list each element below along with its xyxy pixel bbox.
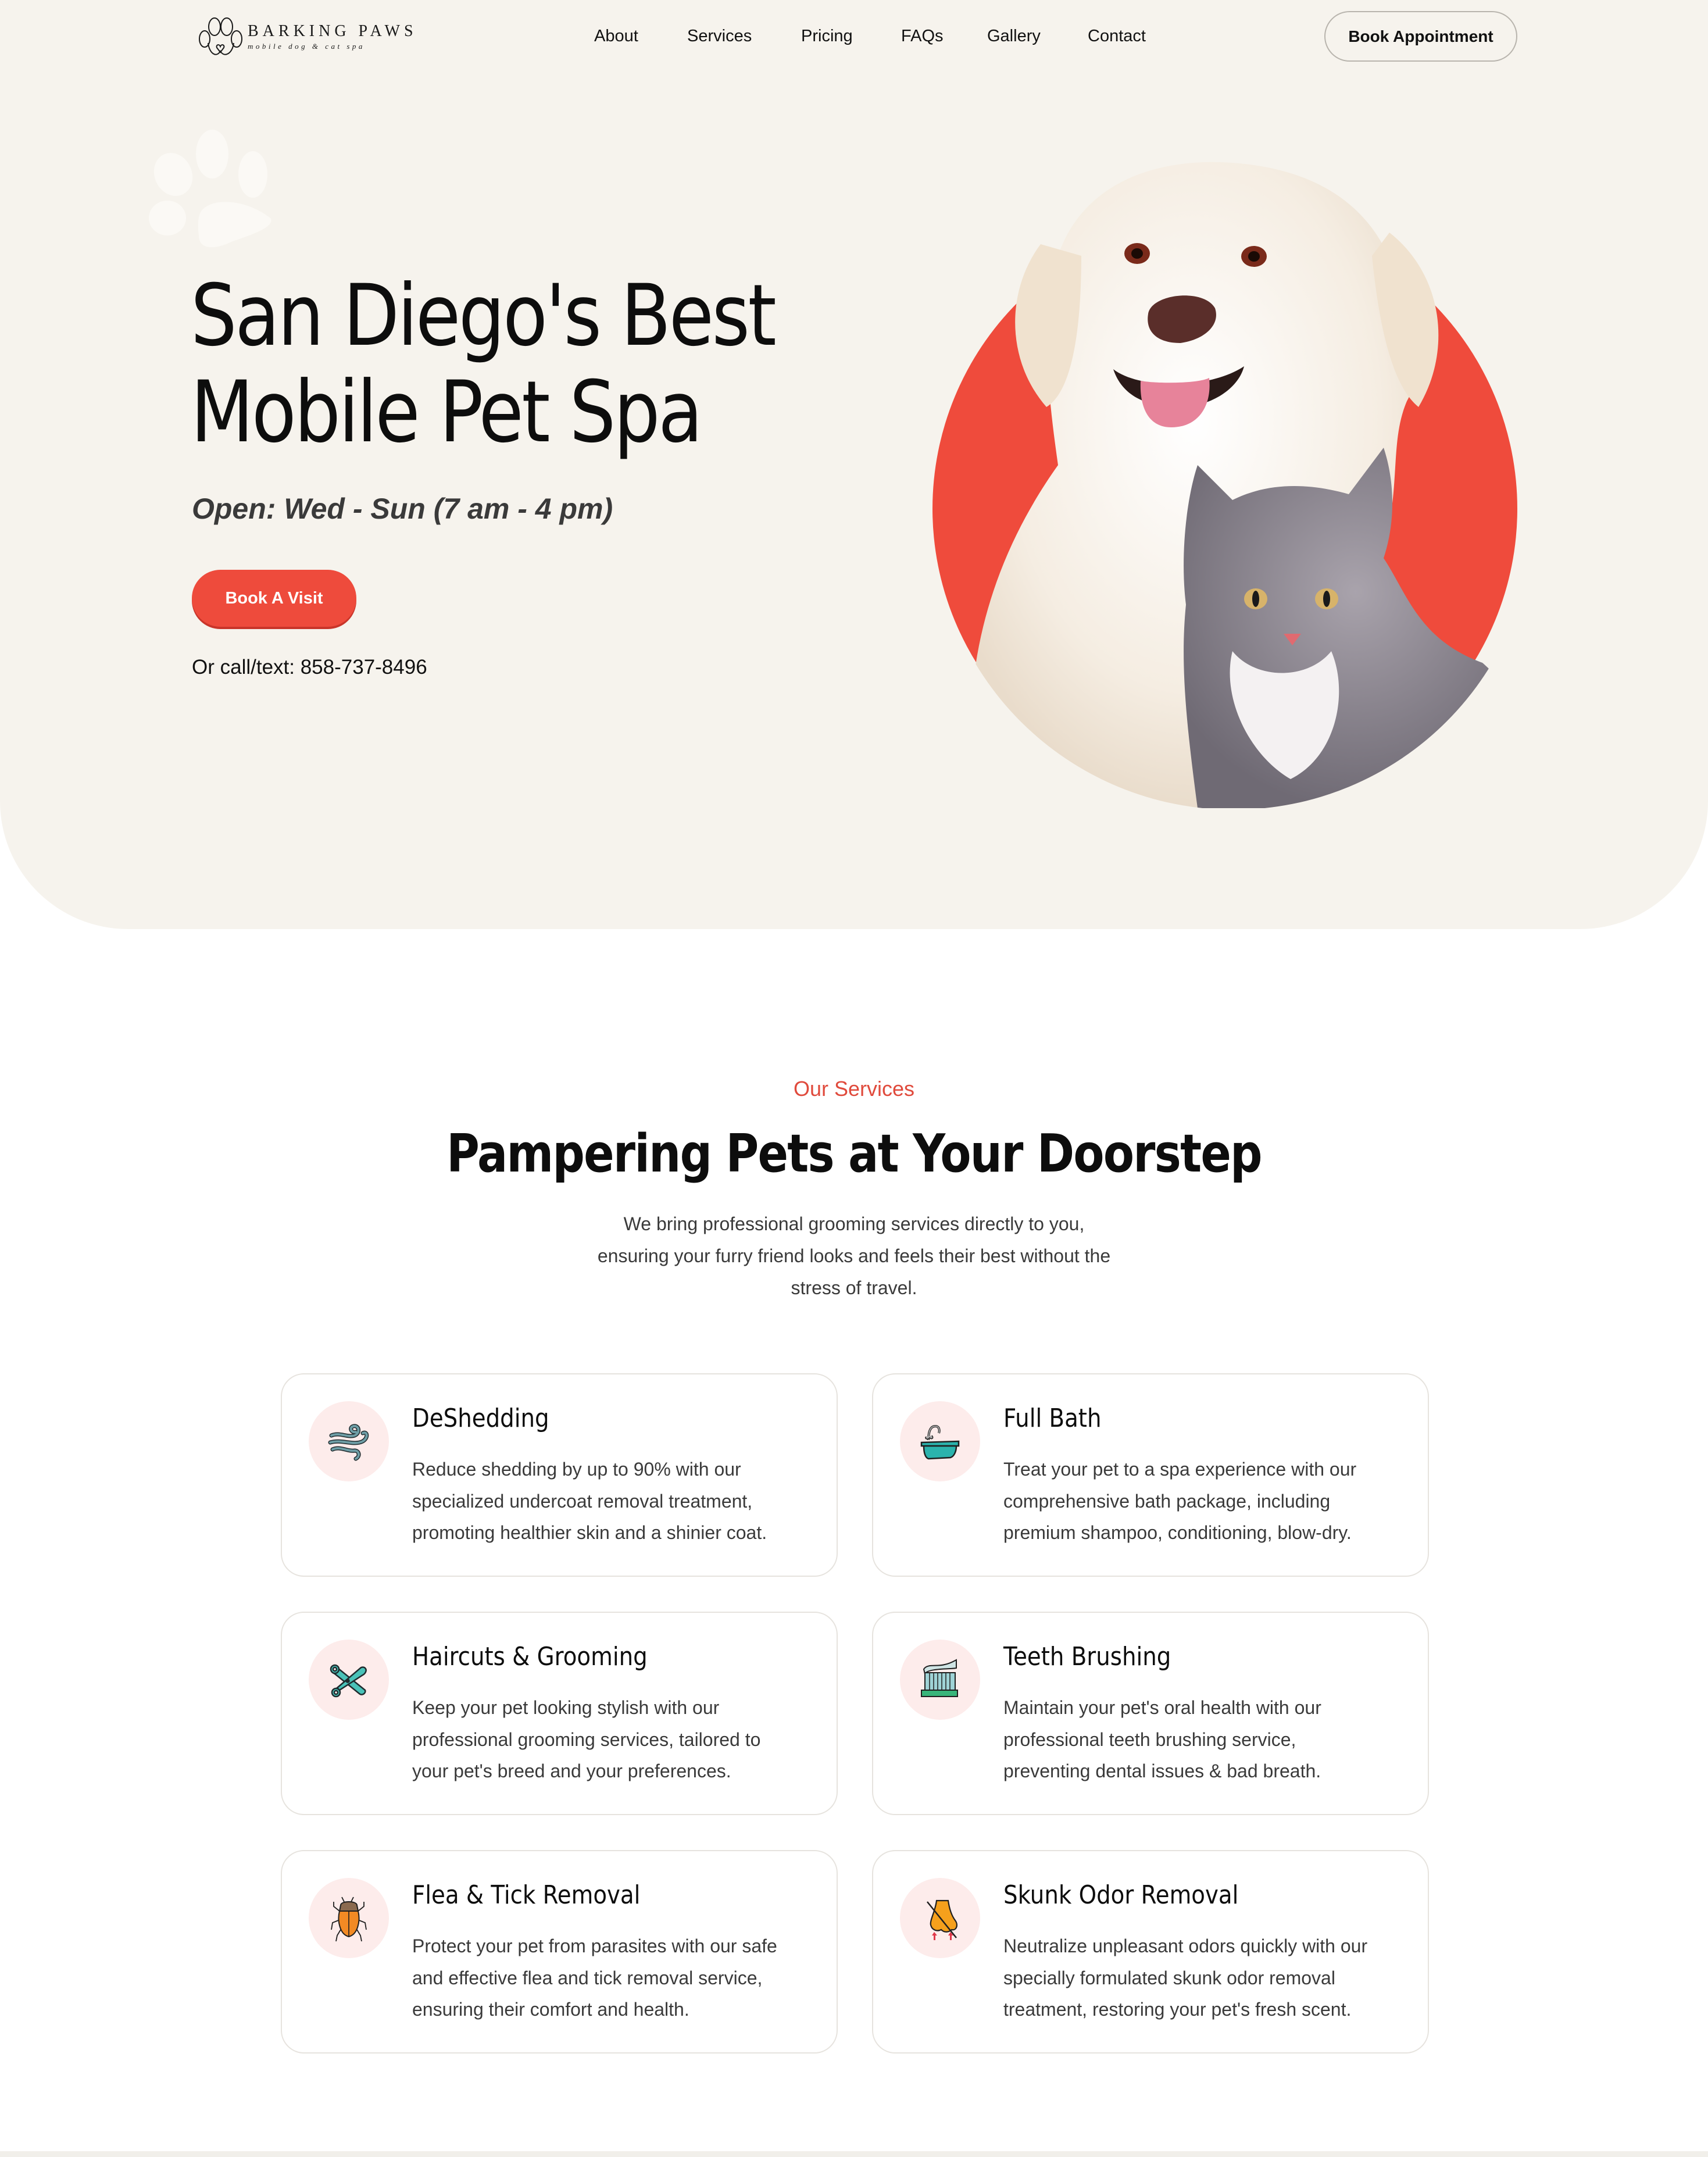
toothbrush-icon [921, 1659, 958, 1697]
service-icon-badge [309, 1878, 389, 1958]
paw-print-icon [149, 130, 271, 248]
nav-link-contact[interactable]: Contact [1088, 26, 1146, 47]
phone-contact[interactable]: Or call/text: 858-737-8496 [192, 656, 427, 679]
service-title: DeShedding [412, 1404, 549, 1433]
service-icon-badge [900, 1640, 980, 1720]
book-appointment-button[interactable]: Book Appointment [1324, 11, 1517, 62]
service-description-line: professional grooming services, tailored… [412, 1729, 761, 1750]
service-description: Maintain your pet's oral health with our… [1003, 1692, 1410, 1787]
services-heading-text: Pampering Pets at Your Doorstep [446, 1123, 1262, 1184]
scissors-icon [330, 1664, 367, 1698]
service-description-line: Maintain your pet's oral health with our [1003, 1697, 1321, 1718]
services-intro-line-1: We bring professional grooming services … [623, 1213, 1085, 1234]
service-description-line: preventing dental issues & bad breath. [1003, 1760, 1321, 1781]
service-description-line: Neutralize unpleasant odors quickly with… [1003, 1935, 1368, 1956]
service-icon-badge [309, 1401, 389, 1481]
service-description-line: treatment, restoring your pet's fresh sc… [1003, 1999, 1352, 2020]
service-description-line: comprehensive bath package, including [1003, 1490, 1331, 1512]
service-description-line: Keep your pet looking stylish with our [412, 1697, 720, 1718]
hero-section [0, 0, 1708, 929]
service-description-line: and effective flea and tick removal serv… [412, 1967, 763, 1988]
service-description: Protect your pet from parasites with our… [412, 1930, 819, 2026]
service-description-line: Treat your pet to a spa experience with … [1003, 1459, 1357, 1480]
service-description-line: your pet's breed and your preferences. [412, 1760, 731, 1781]
nav-link-services[interactable]: Services [687, 26, 752, 47]
service-description-line: premium shampoo, conditioning, blow-dry. [1003, 1522, 1352, 1543]
service-icon-badge [900, 1401, 980, 1481]
service-description-line: ensuring their comfort and health. [412, 1999, 689, 2020]
service-description-line: Reduce shedding by up to 90% with our [412, 1459, 741, 1480]
service-title: Flea & Tick Removal [412, 1880, 641, 1910]
service-description: Treat your pet to a spa experience with … [1003, 1454, 1410, 1549]
service-description: Neutralize unpleasant odors quickly with… [1003, 1930, 1410, 2026]
services-intro-line-2: ensuring your furry friend looks and fee… [597, 1245, 1111, 1266]
services-eyebrow: Our Services [793, 1077, 915, 1101]
opening-hours: Open: Wed - Sun (7 am - 4 pm) [192, 492, 613, 525]
nav-link-about[interactable]: About [594, 26, 638, 47]
hero-title-line-1: San Diego's Best [191, 266, 777, 365]
nav-link-pricing[interactable]: Pricing [801, 26, 853, 47]
top-navigation: BARKING PAWS mobile dog & cat spa About … [0, 0, 1708, 73]
service-title: Full Bath [1003, 1404, 1102, 1433]
nav-link-gallery[interactable]: Gallery [987, 26, 1041, 47]
nav-link-faqs[interactable]: FAQs [901, 26, 944, 47]
wind-icon [328, 1424, 369, 1461]
service-card-flea-tick[interactable]: Flea & Tick Removal Protect your pet fro… [281, 1850, 838, 2054]
service-title: Skunk Odor Removal [1003, 1880, 1239, 1910]
bathtub-icon [920, 1424, 960, 1460]
service-title: Haircuts & Grooming [412, 1642, 648, 1672]
service-description: Keep your pet looking stylish with our p… [412, 1692, 819, 1787]
services-intro-line-3: stress of travel. [791, 1277, 917, 1298]
service-icon-badge [309, 1640, 389, 1720]
service-card-skunk-odor[interactable]: Skunk Odor Removal Neutralize unpleasant… [872, 1850, 1429, 2054]
no-smell-nose-icon [927, 1899, 957, 1940]
service-card-teeth-brushing[interactable]: Teeth Brushing Maintain your pet's oral … [872, 1612, 1429, 1815]
service-title: Teeth Brushing [1003, 1642, 1171, 1672]
services-intro: We bring professional grooming services … [563, 1208, 1145, 1304]
service-card-full-bath[interactable]: Full Bath Treat your pet to a spa experi… [872, 1373, 1429, 1577]
service-description-line: professional teeth brushing service, [1003, 1729, 1296, 1750]
hero-pets-image [932, 162, 1528, 808]
services-heading: Pampering Pets at Your Doorstep [0, 1123, 1708, 1184]
service-description-line: specially formulated skunk odor removal [1003, 1967, 1335, 1988]
service-description-line: specialized undercoat removal treatment, [412, 1490, 753, 1512]
service-description: Reduce shedding by up to 90% with our sp… [412, 1454, 819, 1549]
service-card-deshedding[interactable]: DeShedding Reduce shedding by up to 90% … [281, 1373, 838, 1577]
book-a-visit-button[interactable]: Book A Visit [192, 570, 356, 627]
service-icon-badge [900, 1878, 980, 1958]
bug-icon [331, 1897, 367, 1942]
service-description-line: promoting healthier skin and a shinier c… [412, 1522, 767, 1543]
next-section-edge [0, 2151, 1708, 2157]
service-description-line: Protect your pet from parasites with our… [412, 1935, 777, 1956]
hero-title-line-2: Mobile Pet Spa [191, 363, 703, 462]
service-card-haircuts-grooming[interactable]: Haircuts & Grooming Keep your pet lookin… [281, 1612, 838, 1815]
hero-title: San Diego's Best Mobile Pet Spa [191, 266, 777, 462]
